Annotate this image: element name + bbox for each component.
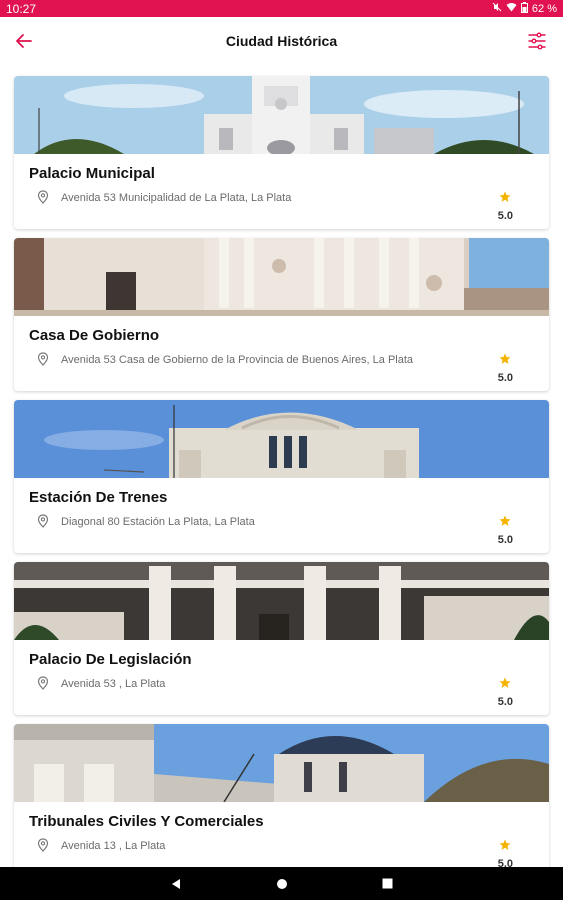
location-pin-icon: [37, 514, 49, 528]
status-time: 10:27: [6, 1, 37, 16]
battery-percent: 62 %: [531, 2, 557, 15]
star-icon: [499, 353, 511, 364]
place-address: Avenida 13 , La Plata: [61, 840, 166, 852]
place-card[interactable]: Tribunales Civiles Y Comerciales Avenida…: [14, 724, 549, 877]
location-pin-icon: [37, 352, 49, 366]
place-photo: [14, 400, 549, 478]
place-address: Avenida 53 , La Plata: [61, 678, 166, 690]
place-address: Avenida 53 Municipalidad de La Plata, La…: [61, 192, 292, 204]
place-card[interactable]: Palacio Municipal Avenida 53 Municipalid…: [14, 76, 549, 229]
filter-button[interactable]: [525, 29, 549, 53]
place-address: Diagonal 80 Estación La Plata, La Plata: [61, 516, 255, 528]
filter-icon: [528, 32, 546, 50]
location-pin-icon: [37, 190, 49, 204]
place-card[interactable]: Casa De Gobierno Avenida 53 Casa de Gobi…: [14, 238, 549, 391]
home-circle-icon: [276, 878, 287, 889]
battery-icon: [520, 1, 528, 16]
place-rating: 5.0: [497, 696, 513, 708]
nav-recents-button[interactable]: [381, 877, 395, 891]
back-button[interactable]: [12, 29, 36, 53]
place-card[interactable]: Estación De Trenes Diagonal 80 Estación …: [14, 400, 549, 553]
location-pin-icon: [37, 676, 49, 690]
status-icons: 62 %: [492, 1, 557, 16]
place-rating: 5.0: [497, 210, 513, 222]
place-photo: [14, 238, 549, 316]
system-nav-bar: [0, 867, 563, 900]
place-name: Casa De Gobierno: [29, 327, 160, 344]
place-name: Palacio De Legislación: [29, 651, 192, 668]
place-rating: 5.0: [497, 534, 513, 546]
status-bar: 10:27 62 %: [0, 0, 563, 17]
location-pin-icon: [37, 838, 49, 852]
nav-back-button[interactable]: [169, 877, 183, 891]
page-title: Ciudad Histórica: [225, 33, 338, 49]
star-icon: [499, 677, 511, 688]
app-bar: Ciudad Histórica: [0, 17, 563, 65]
place-rating: 5.0: [497, 372, 513, 384]
place-name: Tribunales Civiles Y Comerciales: [29, 813, 264, 830]
place-name: Estación De Trenes: [29, 489, 168, 506]
place-photo: [14, 724, 549, 802]
place-card[interactable]: Palacio De Legislación Avenida 53 , La P…: [14, 562, 549, 715]
star-icon: [499, 191, 511, 202]
arrow-left-icon: [16, 34, 32, 48]
place-photo: [14, 76, 549, 154]
nav-home-button[interactable]: [275, 877, 289, 891]
place-address: Avenida 53 Casa de Gobierno de la Provin…: [61, 354, 414, 366]
star-icon: [499, 839, 511, 850]
wifi-icon: [506, 2, 517, 15]
place-photo: [14, 562, 549, 640]
star-icon: [499, 515, 511, 526]
back-triangle-icon: [171, 878, 180, 889]
mute-icon: [492, 2, 502, 15]
place-name: Palacio Municipal: [29, 165, 155, 182]
places-list: Palacio Municipal Avenida 53 Municipalid…: [14, 76, 549, 886]
recents-square-icon: [382, 878, 393, 889]
